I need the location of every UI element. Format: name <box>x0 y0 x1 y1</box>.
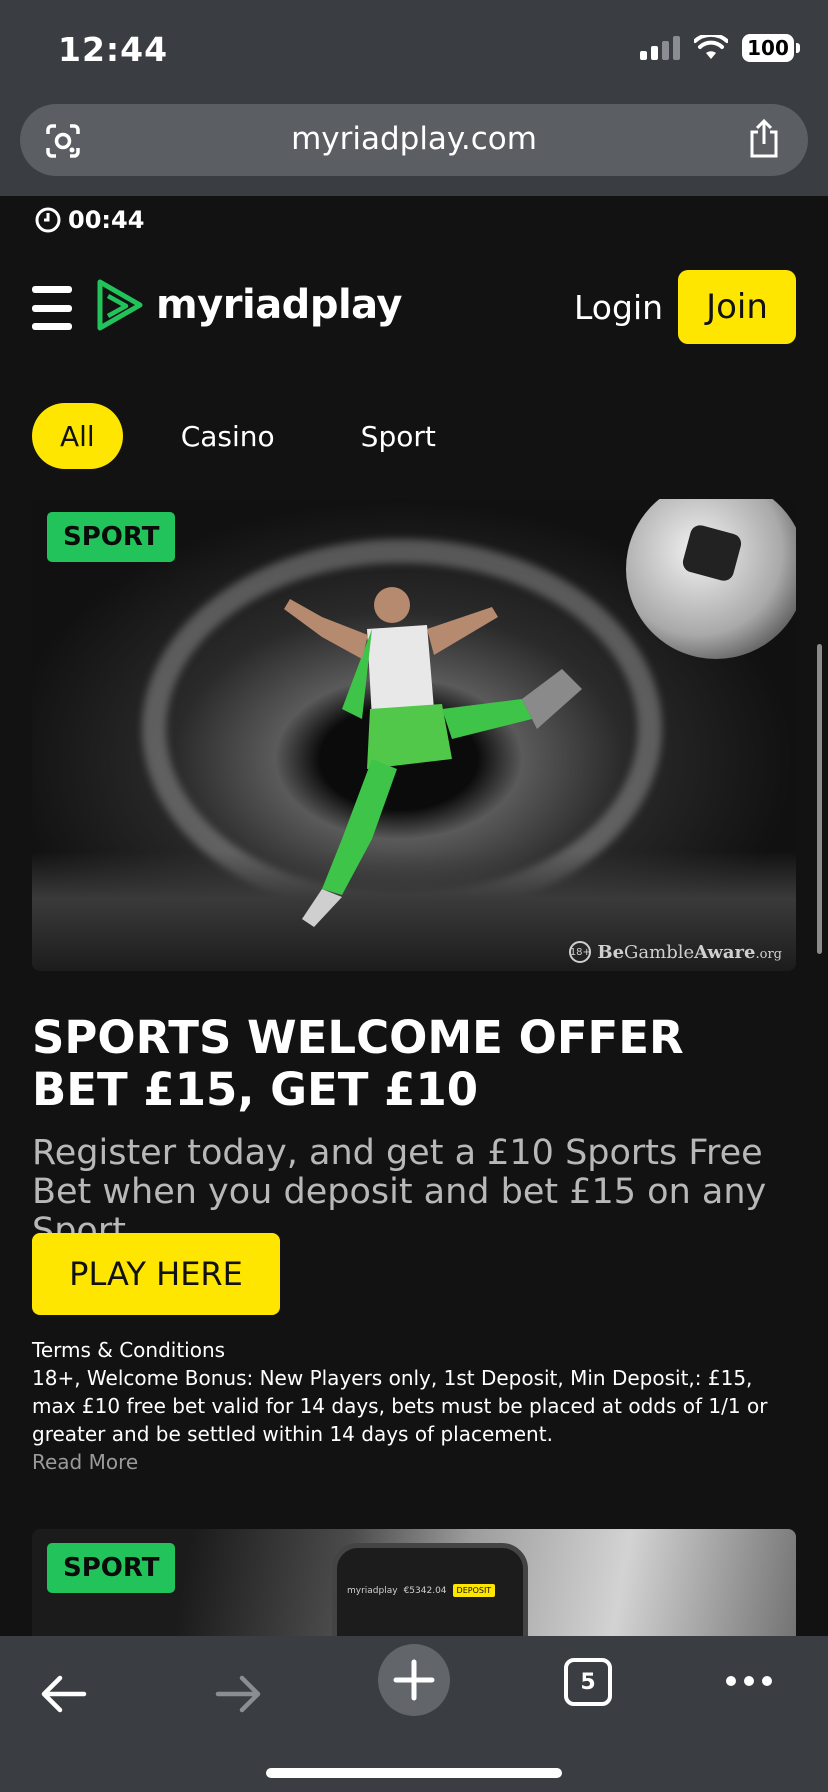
phone-balance: €5342.04 <box>403 1585 447 1596</box>
login-button[interactable]: Login <box>574 288 663 327</box>
status-icons: 100 <box>640 34 800 62</box>
scrollbar[interactable] <box>817 644 822 954</box>
session-timer: 00:44 <box>34 206 144 234</box>
age-18-icon: 18+ <box>569 941 592 963</box>
footballer-illustration <box>284 587 582 927</box>
terms-heading: Terms & Conditions <box>32 1338 226 1362</box>
phone-screen-header: myriadplay €5342.04 DEPOSIT <box>347 1584 496 1597</box>
battery-icon: 100 <box>742 34 800 62</box>
filter-casino[interactable]: Casino <box>153 403 303 469</box>
begambleaware-logo: 18+ BeGambleAware.org <box>569 941 782 963</box>
sport-badge: SPORT <box>47 512 176 562</box>
wifi-icon <box>694 35 728 59</box>
myriadplay-logo-icon <box>97 279 143 331</box>
new-tab-button[interactable] <box>378 1644 450 1716</box>
phone-deposit-button: DEPOSIT <box>452 1584 496 1597</box>
home-indicator <box>266 1768 562 1778</box>
browser-bottom-bar: 5 <box>0 1636 828 1792</box>
forward-arrow-icon[interactable] <box>214 1672 264 1716</box>
browser-top-bar: 12:44 100 myriadplay.com <box>0 0 828 196</box>
phone-logo-text: myriadplay <box>347 1585 398 1596</box>
address-bar[interactable]: myriadplay.com <box>20 104 808 176</box>
back-arrow-icon[interactable] <box>38 1672 88 1716</box>
clock-icon <box>35 207 61 233</box>
status-time: 12:44 <box>58 30 169 69</box>
timer-text: 00:44 <box>68 206 145 234</box>
phone-mockup: myriadplay €5342.04 DEPOSIT <box>332 1543 528 1636</box>
site-logo[interactable]: myriadplay <box>92 276 403 334</box>
terms-body: 18+, Welcome Bonus: New Players only, 1s… <box>32 1366 768 1446</box>
promo-image[interactable]: SPORT 18+ BeGambleAware.org <box>32 499 796 971</box>
web-page: 00:44 myriadplay Login Join All Casino S… <box>0 196 828 1636</box>
offer-title: SPORTS WELCOME OFFER BET £15, GET £10 <box>32 1012 792 1116</box>
logo-text: myriadplay <box>156 282 403 328</box>
tabs-button[interactable]: 5 <box>564 1658 612 1706</box>
site-header: myriadplay Login Join <box>0 270 828 350</box>
read-more-link[interactable]: Read More <box>32 1450 138 1474</box>
sport-badge-2: SPORT <box>47 1543 176 1593</box>
gamble-aware-gamble: Gamble <box>624 941 695 963</box>
filter-all[interactable]: All <box>32 403 123 469</box>
share-icon[interactable] <box>746 118 782 160</box>
offer-title-line2: BET £15, GET £10 <box>32 1063 479 1116</box>
second-promo-image[interactable]: myriadplay €5342.04 DEPOSIT SPORT <box>32 1529 796 1636</box>
filter-sport[interactable]: Sport <box>333 403 464 469</box>
gamble-aware-aware: Aware <box>694 941 756 963</box>
offer-title-line1: SPORTS WELCOME OFFER <box>32 1011 684 1064</box>
football-image <box>626 499 796 659</box>
play-here-button[interactable]: PLAY HERE <box>32 1233 280 1315</box>
more-options-icon[interactable] <box>726 1676 772 1686</box>
gamble-aware-be: Be <box>597 941 625 963</box>
plus-icon <box>393 1659 435 1701</box>
gamble-aware-org: .org <box>755 946 783 962</box>
url-text[interactable]: myriadplay.com <box>20 121 808 157</box>
join-button[interactable]: Join <box>678 270 796 344</box>
category-filters: All Casino Sport <box>32 403 494 469</box>
cellular-signal-icon <box>640 36 680 60</box>
menu-icon[interactable] <box>32 286 72 330</box>
